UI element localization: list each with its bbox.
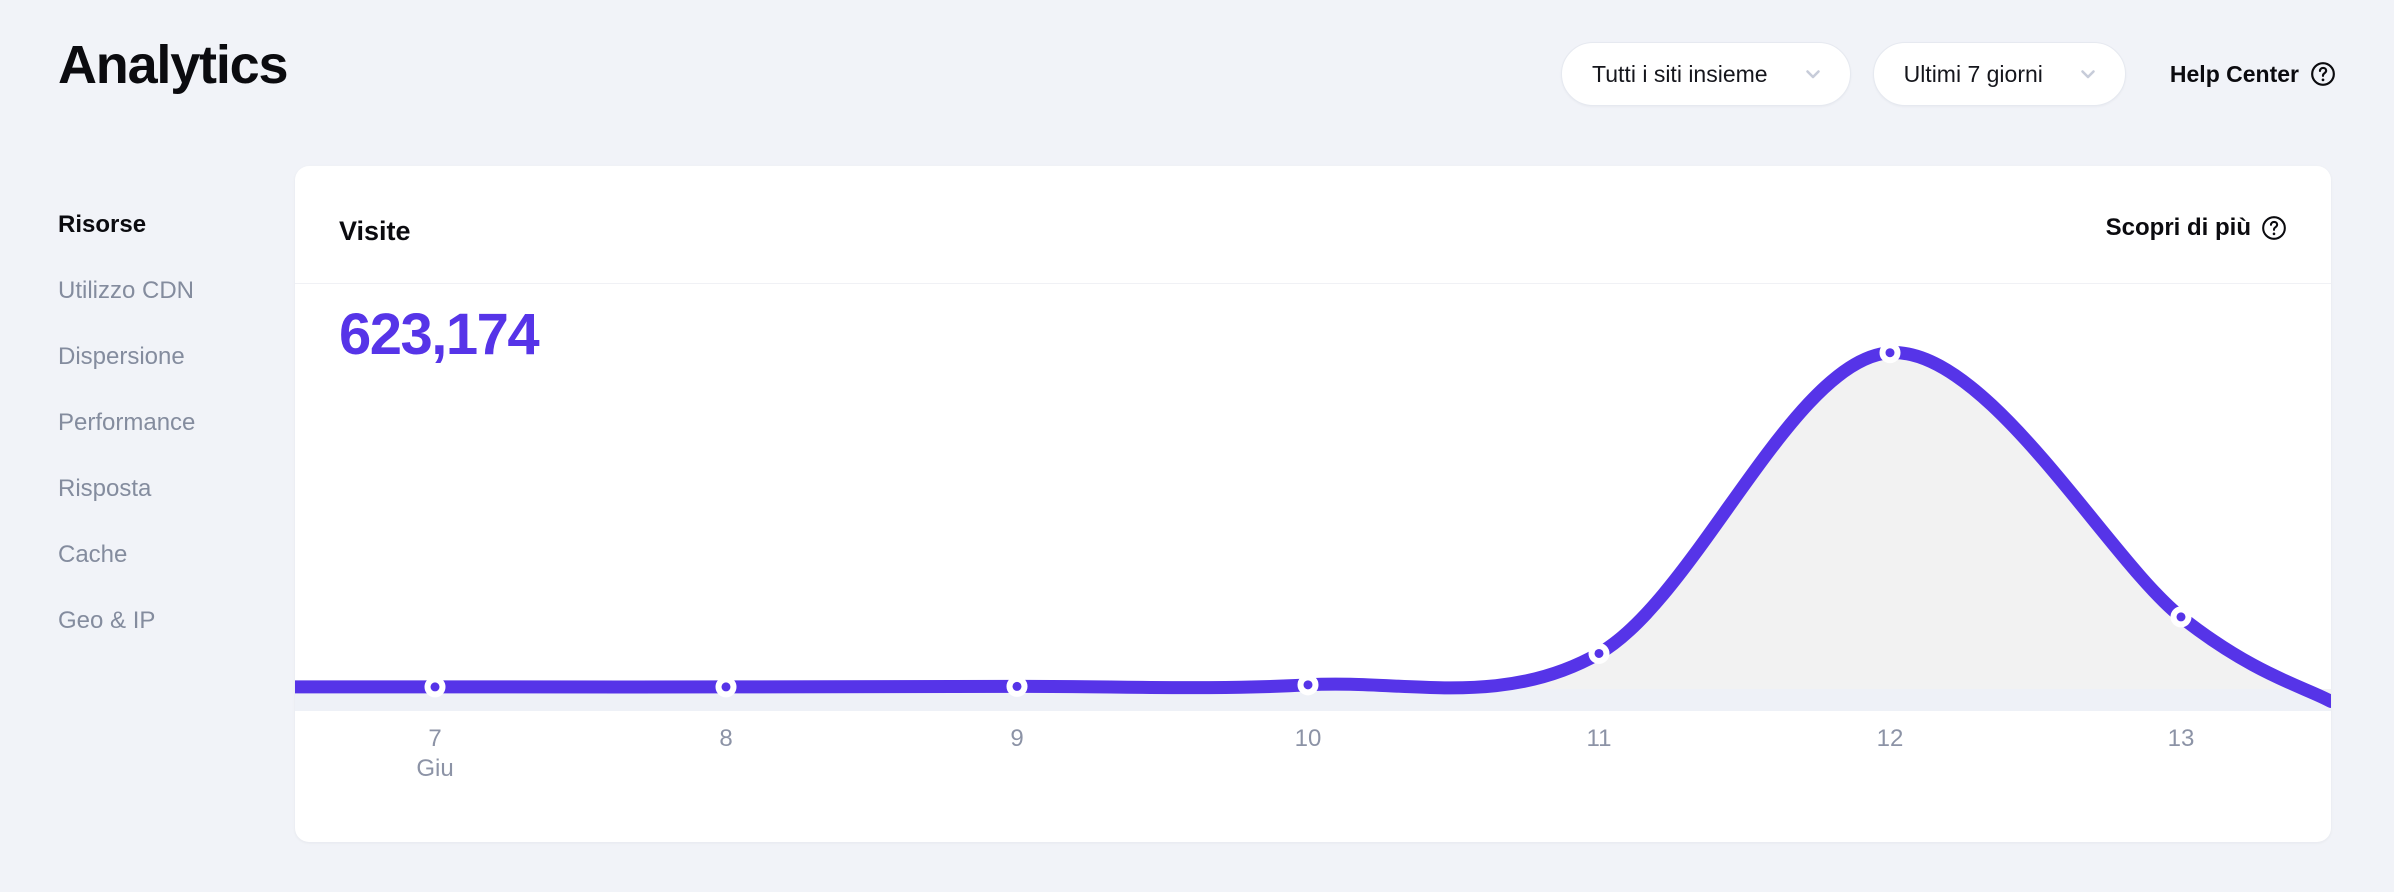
date-range-dropdown[interactable]: Ultimi 7 giorni bbox=[1872, 42, 2126, 106]
question-circle-icon bbox=[2310, 61, 2336, 87]
chart-data-point[interactable] bbox=[1297, 674, 1319, 696]
top-bar: Analytics Tutti i siti insieme Ultimi 7 … bbox=[0, 0, 2394, 140]
chart-area-fill bbox=[295, 352, 2331, 702]
site-filter-dropdown[interactable]: Tutti i siti insieme bbox=[1561, 42, 1851, 106]
sidebar-item-utilizzo-cdn[interactable]: Utilizzo CDN bbox=[58, 276, 298, 306]
date-range-label: Ultimi 7 giorni bbox=[1903, 60, 2043, 87]
x-axis-tick: 7 Giu bbox=[416, 725, 453, 785]
chart-data-point[interactable] bbox=[424, 676, 446, 698]
visits-chart[interactable] bbox=[295, 285, 2331, 711]
sidebar-item-geo-ip[interactable]: Geo & IP bbox=[58, 606, 298, 636]
x-axis-tick-label: 8 bbox=[719, 725, 733, 752]
chart-data-point[interactable] bbox=[2170, 606, 2192, 628]
chart-data-point[interactable] bbox=[715, 676, 737, 698]
x-axis-tick-label: 12 bbox=[1876, 725, 1904, 752]
x-axis-tick-label: 7 bbox=[428, 725, 442, 752]
sidebar-item-risposta[interactable]: Risposta bbox=[58, 474, 298, 504]
x-axis-tick: 8 bbox=[719, 725, 732, 753]
x-axis-tick-label: 11 bbox=[1586, 725, 1612, 752]
x-axis-tick: 12 bbox=[1877, 725, 1904, 753]
sidebar-item-cache[interactable]: Cache bbox=[58, 540, 298, 570]
help-center-label: Help Center bbox=[2169, 60, 2299, 87]
sidebar-item-performance[interactable]: Performance bbox=[58, 408, 298, 438]
page-title: Analytics bbox=[58, 35, 289, 95]
sidebar-nav: Risorse Utilizzo CDN Dispersione Perform… bbox=[58, 210, 298, 672]
chart-data-point[interactable] bbox=[1879, 342, 1901, 364]
help-center-link[interactable]: Help Center bbox=[2170, 61, 2336, 88]
x-axis-tick-label: 10 bbox=[1294, 725, 1322, 752]
site-filter-label: Tutti i siti insieme bbox=[1592, 60, 1768, 87]
visits-card: Visite Scopri di più 623,174 7 Giu 8 9 10 11 1… bbox=[295, 166, 2331, 842]
x-axis-tick-label: 9 bbox=[1010, 725, 1024, 752]
x-axis-tick: 13 bbox=[2168, 725, 2195, 753]
x-axis-tick: 10 bbox=[1295, 725, 1322, 753]
chevron-down-icon bbox=[1802, 63, 1824, 85]
learn-more-link[interactable]: Scopri di più bbox=[2106, 214, 2287, 242]
card-title: Visite bbox=[339, 216, 411, 246]
x-axis-month-label: Giu bbox=[416, 754, 454, 782]
learn-more-label: Scopri di più bbox=[2105, 214, 2251, 241]
chevron-down-icon bbox=[2077, 63, 2099, 85]
x-axis-tick: 9 bbox=[1010, 725, 1023, 753]
top-bar-controls: Tutti i siti insieme Ultimi 7 giorni Hel… bbox=[1561, 42, 2336, 106]
sidebar-item-dispersione[interactable]: Dispersione bbox=[58, 342, 298, 372]
card-header: Visite Scopri di più bbox=[295, 166, 2331, 284]
x-axis-tick-label: 13 bbox=[2167, 725, 2195, 752]
chart-data-point[interactable] bbox=[1588, 642, 1610, 664]
sidebar-item-risorse[interactable]: Risorse bbox=[58, 210, 298, 240]
chart-x-axis: 7 Giu 8 9 10 11 12 13 bbox=[295, 711, 2331, 841]
chart-data-point[interactable] bbox=[1006, 675, 1028, 697]
visits-chart-svg bbox=[295, 342, 2331, 711]
x-axis-tick: 11 bbox=[1587, 725, 1612, 753]
question-circle-icon bbox=[2261, 215, 2287, 241]
